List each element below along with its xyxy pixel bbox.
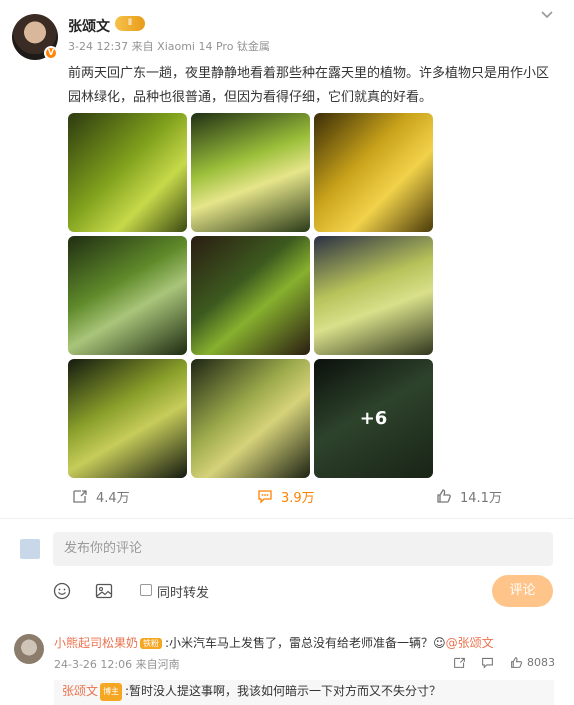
comment-input[interactable]: 发布你的评论 [53, 532, 553, 566]
reply-content: 张颂文 博主:暂时没人提这事啊，我该如何暗示一下对方而又不失分寸？ [62, 680, 554, 701]
post-meta: 3-24 12:37 来自 Xiaomi 14 Pro 钛金属 [68, 40, 270, 53]
comment-icon [482, 657, 493, 669]
emoji-icon[interactable] [53, 582, 71, 600]
photo-7[interactable] [68, 359, 187, 478]
author-name[interactable]: 张颂文 [68, 16, 110, 36]
image-upload-icon[interactable] [95, 582, 113, 600]
photo-grid: +6 [68, 113, 434, 479]
current-user-avatar [20, 539, 40, 559]
comment-like-count: 8083 [527, 656, 555, 669]
repost-checkbox-label: 同时转发 [157, 586, 210, 601]
comment-reply-button[interactable] [481, 656, 494, 669]
repost-count: 4.4万 [96, 490, 130, 506]
post-actions: 4.4万 3.9万 14.1万 [0, 484, 574, 508]
comment-icon [258, 490, 272, 504]
more-photos-overlay[interactable]: +6 [314, 359, 433, 478]
reply-author[interactable]: 张颂文 [62, 684, 98, 698]
photo-2[interactable] [191, 113, 310, 232]
thumbs-up-icon [437, 489, 451, 503]
like-button[interactable]: 14.1万 [436, 484, 502, 508]
photo-8[interactable] [191, 359, 310, 478]
photo-3[interactable] [314, 113, 433, 232]
reply-box: 张颂文 博主:暂时没人提这事啊，我该如何暗示一下对方而又不失分寸？ [54, 680, 554, 705]
reply-text: :暂时没人提这事啊，我该如何暗示一下对方而又不失分寸？ [125, 684, 442, 698]
repost-checkbox[interactable] [140, 584, 152, 596]
comment-content: 小熊起司松果奶 铁粉:小米汽车马上发售了，雷总没有给老师准备一辆？☺@张颂文 [54, 634, 494, 651]
photo-4[interactable] [68, 236, 187, 355]
repost-icon [73, 490, 87, 503]
comment-button[interactable]: 3.9万 [257, 484, 315, 508]
submit-comment-button[interactable]: 评论 [492, 575, 553, 607]
smile-emoji-icon: ☺ [433, 636, 446, 650]
author-badge: 博主 [100, 683, 123, 701]
verified-badge: V [44, 46, 58, 60]
comment-text: :小米汽车马上发售了，雷总没有给老师准备一辆？ [165, 636, 434, 650]
photo-6[interactable] [314, 236, 433, 355]
weibo-post: V 张颂文 Ⅱ 3-24 12:37 来自 Xiaomi 14 Pro 钛金属 … [0, 0, 574, 705]
thumbs-up-icon [511, 657, 523, 668]
repost-button[interactable]: 4.4万 [72, 484, 130, 508]
commenter-name[interactable]: 小熊起司松果奶 [54, 636, 138, 650]
chevron-down-icon[interactable] [539, 6, 555, 22]
like-count: 14.1万 [460, 490, 502, 506]
fan-badge: 铁粉 [140, 638, 163, 649]
comment-meta: 24-3-26 12:06 来自河南 [54, 658, 180, 671]
photo-5[interactable] [191, 236, 310, 355]
photo-1[interactable] [68, 113, 187, 232]
post-text: 前两天回广东一趟，夜里静静地看着那些种在露天里的植物。许多植物只是用作小区园林绿… [68, 66, 550, 105]
comment-count: 3.9万 [281, 490, 315, 506]
commenter-avatar[interactable] [14, 634, 44, 664]
comment-like-button[interactable]: 8083 [510, 656, 555, 669]
comment-share-button[interactable] [453, 656, 466, 669]
level-badge: Ⅱ [115, 16, 145, 31]
mention-link[interactable]: @张颂文 [446, 636, 494, 650]
divider [0, 518, 574, 519]
share-icon [454, 657, 465, 668]
